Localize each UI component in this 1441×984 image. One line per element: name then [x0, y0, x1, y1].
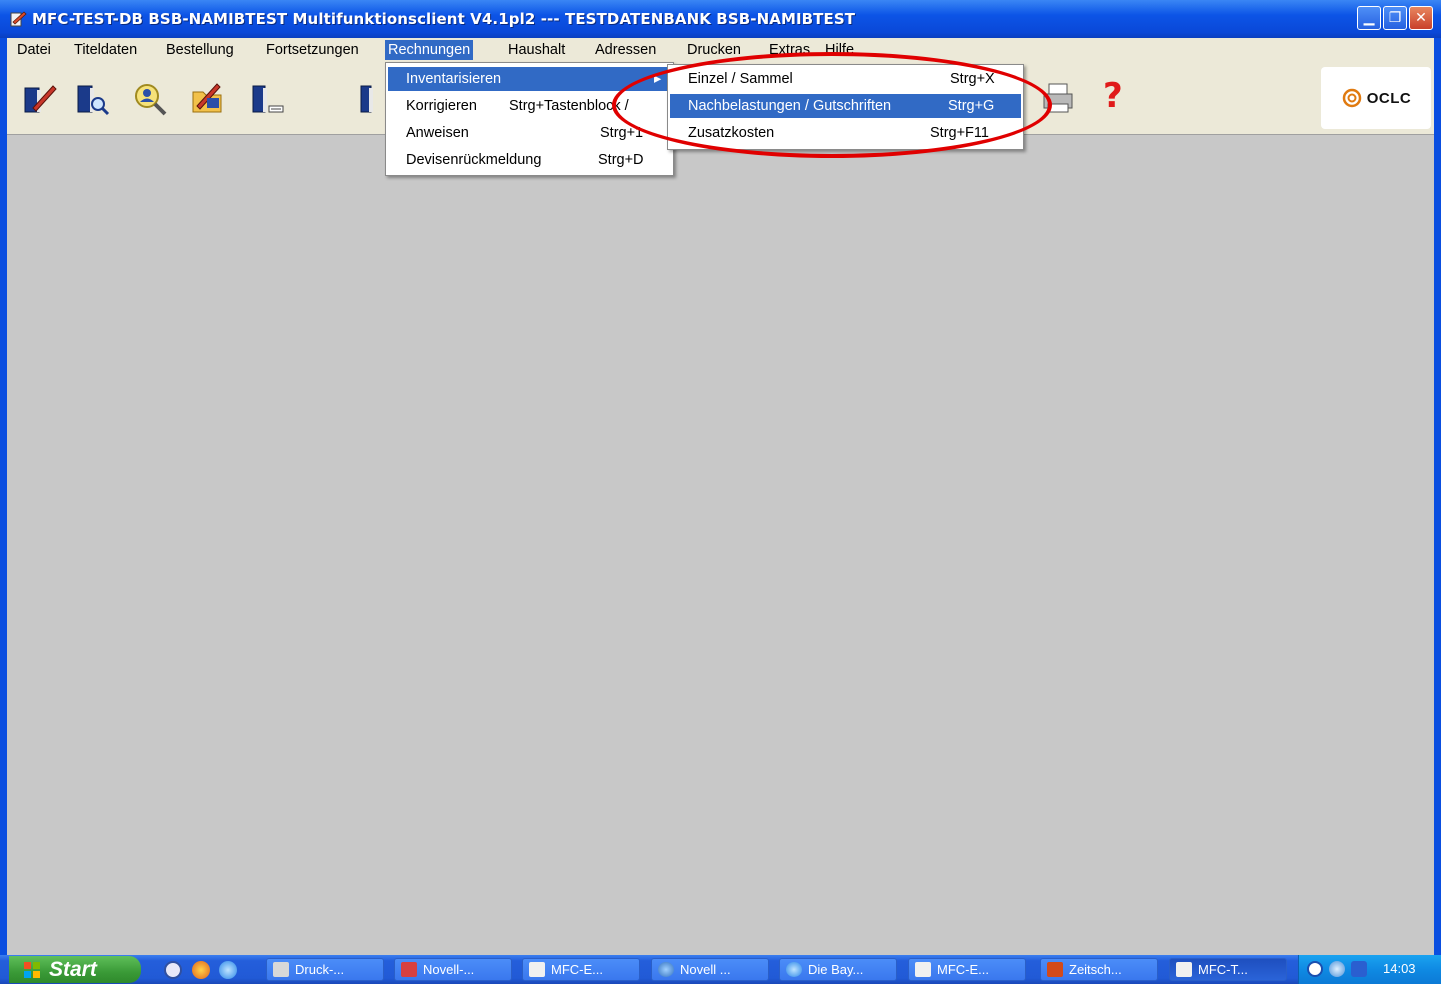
menu-item-devisenrueckmeldung[interactable]: Devisenrückmeldung Strg+D — [388, 148, 671, 172]
taskbar-button-mfc-e-2[interactable]: MFC-E... — [908, 958, 1026, 981]
menu-fortsetzungen[interactable]: Fortsetzungen — [263, 41, 362, 59]
system-tray: 14:03 — [1298, 955, 1441, 984]
quicklaunch-desktop-icon[interactable] — [164, 961, 182, 979]
quicklaunch-ie-icon[interactable] — [219, 961, 237, 979]
minimize-button[interactable]: ▁ — [1357, 6, 1381, 30]
oclc-logo-icon — [1342, 88, 1361, 108]
app-icon — [10, 11, 27, 27]
menu-datei[interactable]: Datei — [14, 41, 54, 59]
taskbar-button-novell-2[interactable]: Novell ... — [651, 958, 769, 981]
oclc-logo-text: OCLC — [1366, 89, 1412, 107]
app-icon — [529, 962, 545, 977]
window-title: MFC-TEST-DB BSB-NAMIBTEST Multifunktions… — [32, 10, 856, 28]
taskbar-button-mfc-t[interactable]: MFC-T... — [1169, 958, 1287, 981]
tray-network-icon[interactable] — [1329, 961, 1345, 977]
globe-icon — [658, 962, 674, 977]
oclc-logo: OCLC — [1321, 67, 1431, 129]
folder-edit-icon[interactable] — [187, 78, 227, 118]
start-button[interactable]: Start — [9, 956, 141, 983]
ie-icon — [786, 962, 802, 977]
tray-app-icon[interactable] — [1351, 961, 1367, 977]
menu-rechnungen[interactable]: Rechnungen — [385, 40, 474, 60]
menu-titeldaten[interactable]: Titeldaten — [71, 41, 140, 59]
magnifier-person-icon[interactable] — [129, 78, 169, 118]
book-list-icon[interactable] — [247, 78, 287, 118]
annotation-ellipse — [612, 52, 1052, 158]
taskbar-button-mfc-e-1[interactable]: MFC-E... — [522, 958, 640, 981]
windows-flag-icon — [24, 962, 40, 978]
taskbar: Start Druck-... Novell-... MFC-E... Nove… — [0, 955, 1441, 984]
menu-adressen[interactable]: Adressen — [592, 41, 659, 59]
taskbar-button-novell-1[interactable]: Novell-... — [394, 958, 512, 981]
help-icon[interactable]: ? — [1103, 76, 1123, 116]
tray-expand-icon[interactable] — [1307, 961, 1323, 977]
book-edit-icon[interactable] — [19, 78, 59, 118]
clock: 14:03 — [1383, 961, 1416, 976]
taskbar-button-zeitsch[interactable]: Zeitsch... — [1040, 958, 1158, 981]
quicklaunch-firefox-icon[interactable] — [192, 961, 210, 979]
menu-drucken[interactable]: Drucken — [684, 41, 744, 59]
menu-bestellung[interactable]: Bestellung — [163, 41, 237, 59]
close-button[interactable]: ✕ — [1409, 6, 1433, 30]
app-icon — [1176, 962, 1192, 977]
novell-icon — [401, 962, 417, 977]
app-icon — [915, 962, 931, 977]
powerpoint-icon — [1047, 962, 1063, 977]
menu-haushalt[interactable]: Haushalt — [505, 41, 568, 59]
taskbar-button-druck[interactable]: Druck-... — [266, 958, 384, 981]
maximize-button[interactable]: ❐ — [1383, 6, 1407, 30]
printer-icon — [273, 962, 289, 977]
taskbar-button-die-bay[interactable]: Die Bay... — [779, 958, 897, 981]
title-bar[interactable]: MFC-TEST-DB BSB-NAMIBTEST Multifunktions… — [0, 0, 1441, 38]
start-label: Start — [49, 957, 97, 981]
book-search-icon[interactable] — [72, 78, 112, 118]
